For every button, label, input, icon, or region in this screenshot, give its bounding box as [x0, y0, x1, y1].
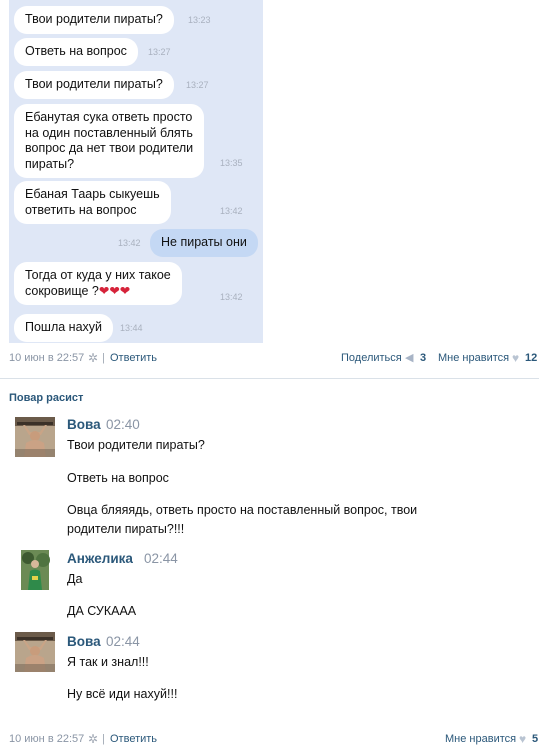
chat-bubble-line: сокровище ?: [25, 283, 99, 298]
share-link[interactable]: Поделиться: [341, 352, 402, 364]
separator: |: [102, 352, 105, 364]
share-count[interactable]: 3: [420, 352, 426, 364]
comment-time: 02:44: [106, 634, 140, 649]
comment-author[interactable]: Вова: [67, 634, 101, 649]
chat-bubble-line: пираты?: [25, 156, 75, 171]
comment-text: Овца бляяядь, ответь просто на поставлен…: [67, 503, 418, 517]
chat-bubble-text: Пошла нахуй: [25, 320, 103, 334]
comment-text: родители пираты?!!!: [67, 522, 185, 536]
chat-bubble-time: 13:27: [186, 80, 209, 90]
chat-bubble-outgoing: Не пираты они: [150, 229, 258, 257]
post-date[interactable]: 10 июн в 22:57: [9, 352, 84, 364]
chat-bubble-time: 13:44: [120, 323, 143, 333]
comment-text: Я так и знал!!!: [67, 655, 149, 669]
heart-icon[interactable]: ♥: [512, 351, 519, 365]
post-footer: 10 июн в 22:57 ✲ | Ответить Поделиться ◀…: [9, 351, 539, 366]
chat-bubble: Ебаная Таарь сыкуешь ответить на вопрос: [14, 181, 171, 224]
avatar[interactable]: [15, 632, 55, 672]
like-link[interactable]: Мне нравится: [438, 352, 509, 364]
chat-bubble-text: Не пираты они: [161, 235, 247, 249]
chat-bubble-time: 13:27: [148, 47, 171, 57]
separator: |: [102, 733, 105, 745]
chat-bubble: Ответь на вопрос: [14, 38, 138, 66]
heart-icon[interactable]: ♥: [519, 732, 526, 745]
reply-link[interactable]: Ответить: [110, 733, 157, 745]
chat-bubble: Твои родители пираты?: [14, 6, 174, 34]
comment-text: ДА СУКААА: [67, 604, 137, 618]
chat-bubble-line: ответить на вопрос: [25, 202, 137, 217]
chat-bubble-time: 13:42: [118, 238, 141, 248]
divider: [0, 378, 539, 379]
comment-author[interactable]: Вова: [67, 417, 101, 432]
comment-text: Твои родители пираты?: [67, 438, 205, 452]
chat-bubble-line: Тогда от куда у них такое: [25, 268, 171, 282]
chat-screenshot-image: Твои родители пираты? 13:23 Ответь на во…: [9, 0, 263, 343]
chat-bubble-line: Ебаная Таарь сыкуешь: [25, 187, 160, 201]
chat-bubble-time: 13:35: [220, 158, 243, 168]
chat-bubble-time: 13:23: [188, 15, 211, 25]
chat-bubble-line: на один поставленный блять: [25, 125, 193, 140]
chat-bubble-line: Ебанутая сука ответь просто: [25, 110, 193, 124]
chat-bubble: Тогда от куда у них такое сокровище ?❤❤❤: [14, 262, 182, 305]
gear-icon[interactable]: ✲: [88, 351, 98, 365]
avatar[interactable]: [15, 417, 55, 457]
chat-bubble: Твои родители пираты?: [14, 71, 174, 99]
avatar[interactable]: [15, 550, 55, 590]
gear-icon[interactable]: ✲: [88, 732, 98, 745]
comment-text: Ну всё иди нахуй!!!: [67, 687, 178, 701]
comment-author[interactable]: Анжелика: [67, 551, 133, 566]
chat-bubble: Пошла нахуй: [14, 314, 114, 342]
megaphone-icon[interactable]: ◀: [405, 351, 413, 364]
like-count[interactable]: 12: [525, 352, 537, 364]
comment-time: 02:40: [106, 417, 140, 432]
post-author-name[interactable]: Повар расист: [9, 392, 83, 404]
comment-text: Ответь на вопрос: [67, 471, 169, 485]
chat-bubble-line: вопрос да нет твои родители: [25, 141, 194, 155]
chat-bubble-time: 13:42: [220, 206, 243, 216]
reply-link[interactable]: Ответить: [110, 352, 157, 364]
post-date[interactable]: 10 июн в 22:57: [9, 733, 84, 745]
like-count[interactable]: 5: [532, 733, 538, 745]
heart-emoji-icon: ❤❤❤: [98, 283, 131, 298]
like-link[interactable]: Мне нравится: [445, 733, 516, 745]
chat-bubble-text: Ответь на вопрос: [25, 44, 127, 58]
comment-time: 02:44: [144, 551, 178, 566]
chat-bubble-time: 13:42: [220, 292, 243, 302]
chat-bubble-text: Твои родители пираты?: [25, 77, 163, 91]
chat-bubble-text: Твои родители пираты?: [25, 12, 163, 26]
post-footer: 10 июн в 22:57 ✲ | Ответить Мне нравится…: [9, 732, 539, 745]
comment-text: Да: [67, 572, 83, 586]
chat-bubble: Ебанутая сука ответь просто на один пост…: [14, 104, 205, 178]
